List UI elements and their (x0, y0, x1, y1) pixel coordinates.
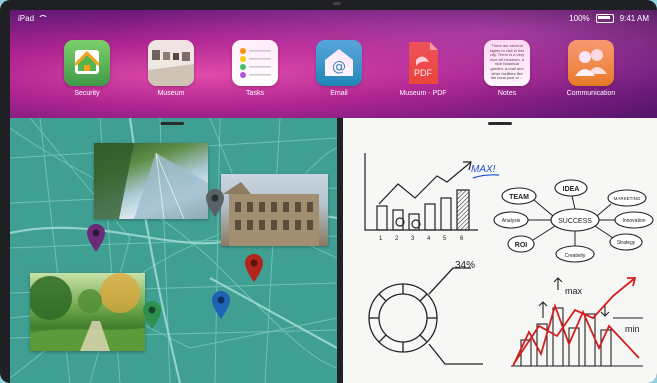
app-label: Communication (566, 90, 616, 97)
note-preview-icon: There are several sights to visit in thi… (484, 40, 530, 86)
app-notes[interactable]: There are several sights to visit in thi… (472, 40, 542, 97)
pdf-icon: PDF (400, 40, 446, 86)
battery-percent: 100% (569, 14, 590, 23)
map-pin-icon[interactable] (86, 223, 106, 253)
axis-tick: 1 (379, 236, 383, 242)
photo-park[interactable] (28, 273, 145, 351)
svg-text:PDF: PDF (414, 68, 433, 78)
svg-text:@: @ (332, 59, 346, 75)
whiteboard-pane[interactable]: 1 2 3 4 5 6 MAX! SUCCESS IDEA TEAM MARKE… (343, 118, 657, 383)
axis-tick: 3 (411, 236, 415, 242)
split-handle[interactable] (488, 122, 512, 125)
map-pane[interactable] (10, 118, 337, 383)
photo-glass-building[interactable] (94, 143, 208, 220)
mindmap-node: ROI (515, 242, 528, 249)
app-label: Museum - PDF (399, 90, 447, 97)
gallery-photo-icon (148, 40, 194, 86)
whiteboard-drawing: 1 2 3 4 5 6 MAX! SUCCESS IDEA TEAM MARKE… (364, 153, 654, 367)
people-icon (568, 40, 614, 86)
app-label: Tasks (246, 90, 264, 97)
clock: 9:41 AM (619, 14, 649, 23)
app-communication[interactable]: Communication (556, 40, 626, 97)
note-preview-text: There are several sights to visit in thi… (489, 43, 525, 81)
screen: iPad 100% 9:41 AM Security Museum Tasks … (10, 10, 657, 383)
camera (333, 2, 341, 5)
map-pin-icon[interactable] (211, 290, 231, 320)
map-pin-icon[interactable] (244, 253, 264, 283)
app-launcher-bar: iPad 100% 9:41 AM Security Museum Tasks … (10, 10, 657, 118)
envelope-icon: @ (316, 40, 362, 86)
mindmap-center: SUCCESS (558, 218, 592, 225)
donut-annotation: 34% (455, 260, 475, 271)
battery-icon (595, 14, 614, 23)
mindmap-node: Innovation (622, 218, 645, 224)
app-label: Email (330, 90, 348, 97)
mindmap-node: Creativity (565, 253, 586, 259)
axis-tick: 2 (395, 236, 399, 242)
axis-tick: 6 (460, 236, 464, 242)
map-pin-icon[interactable] (205, 188, 225, 218)
mindmap-node: MARKETING (614, 196, 641, 201)
app-museum[interactable]: Museum (136, 40, 206, 97)
chart-min-label: min (625, 324, 640, 334)
mindmap-node: Strategy (617, 240, 636, 246)
app-email[interactable]: @ Email (304, 40, 374, 97)
mindmap-node: TEAM (509, 194, 529, 201)
photo-old-building[interactable] (221, 174, 328, 246)
house-icon (64, 40, 110, 86)
app-label: Notes (497, 90, 517, 97)
axis-tick: 5 (443, 236, 447, 242)
mindmap-node: IDEA (563, 186, 580, 193)
wifi-icon (38, 14, 49, 23)
checklist-icon (232, 40, 278, 86)
app-tasks[interactable]: Tasks (220, 40, 290, 97)
app-museum-pdf[interactable]: PDF Museum - PDF (388, 40, 458, 97)
device-name: iPad (18, 14, 35, 23)
mindmap-node: Analysis (502, 218, 521, 224)
map-pin-icon[interactable] (142, 300, 162, 330)
app-label: Museum (157, 90, 185, 97)
app-label: Security (74, 90, 100, 97)
axis-tick: 4 (427, 236, 431, 242)
chart-max-label: max (565, 286, 583, 296)
status-bar: iPad 100% 9:41 AM (18, 14, 649, 28)
ipad-frame: iPad 100% 9:41 AM Security Museum Tasks … (0, 0, 657, 383)
app-security[interactable]: Security (52, 40, 122, 97)
max-annotation: MAX! (471, 164, 496, 175)
